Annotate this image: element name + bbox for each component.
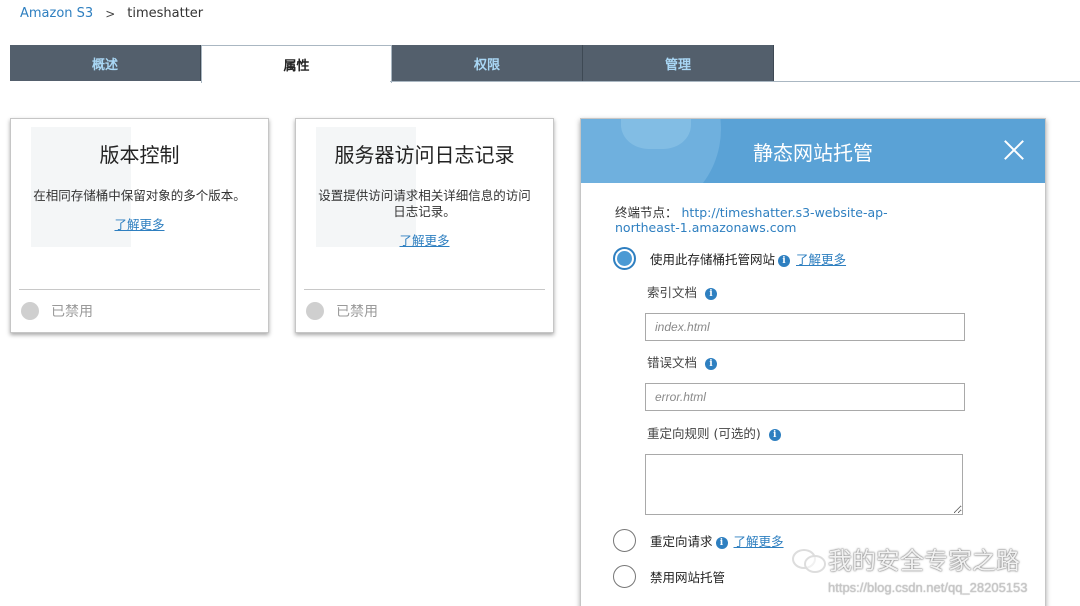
status-dot-icon: [21, 302, 39, 320]
breadcrumb-current-bucket: timeshatter: [127, 6, 204, 21]
tabs-divider: [390, 81, 1080, 82]
host-website-radio[interactable]: [613, 247, 636, 270]
status-indicator: 已禁用: [21, 301, 93, 321]
redirect-requests-option[interactable]: 重定向请求 i 了解更多: [613, 529, 784, 552]
redirect-requests-label: 重定向请求: [650, 534, 713, 549]
endpoint-info: 终端节点： http://timeshatter.s3-website-ap-n…: [615, 205, 925, 235]
info-icon[interactable]: i: [778, 255, 791, 267]
disable-hosting-radio[interactable]: [613, 565, 636, 588]
error-document-label: 错误文档: [647, 355, 698, 370]
error-document-input[interactable]: [645, 383, 965, 411]
breadcrumb-chevron-icon: >: [105, 6, 116, 21]
status-label: 已禁用: [336, 304, 378, 320]
server-access-logging-card[interactable]: 服务器访问日志记录 设置提供访问请求相关详细信息的访问日志记录。 了解更多 已禁…: [295, 118, 554, 333]
card-description: 在相同存储桶中保留对象的多个版本。: [33, 188, 246, 203]
disable-hosting-option[interactable]: 禁用网站托管: [613, 565, 725, 588]
redirect-rules-label-row: 重定向规则 (可选的) i: [647, 423, 781, 442]
info-icon[interactable]: i: [705, 358, 718, 370]
index-document-input[interactable]: [645, 313, 965, 341]
redirect-learn-more-link[interactable]: 了解更多: [734, 534, 784, 549]
host-website-option[interactable]: 使用此存储桶托管网站 i 了解更多: [613, 247, 846, 270]
card-title: 服务器访问日志记录: [334, 143, 515, 167]
info-icon[interactable]: i: [715, 537, 728, 549]
card-title: 版本控制: [99, 143, 180, 167]
redirect-rules-label: 重定向规则 (可选的): [647, 426, 761, 441]
error-document-label-row: 错误文档 i: [647, 352, 718, 371]
endpoint-label: 终端节点：: [615, 205, 678, 220]
panel-header: 静态网站托管: [581, 119, 1045, 183]
disable-hosting-label: 禁用网站托管: [650, 570, 726, 585]
card-divider: [304, 289, 545, 290]
host-website-label: 使用此存储桶托管网站: [650, 252, 776, 267]
tab-overview[interactable]: 概述: [10, 45, 201, 81]
close-icon[interactable]: [1001, 137, 1027, 163]
status-dot-icon: [306, 302, 324, 320]
redirect-rules-textarea[interactable]: [645, 454, 963, 515]
info-icon[interactable]: i: [705, 288, 718, 300]
tab-management[interactable]: 管理: [583, 45, 774, 81]
learn-more-link[interactable]: 了解更多: [296, 230, 553, 249]
learn-more-link[interactable]: 了解更多: [11, 214, 268, 233]
card-description: 设置提供访问请求相关详细信息的访问日志记录。: [318, 188, 531, 219]
index-document-label: 索引文档: [647, 285, 698, 300]
tab-properties[interactable]: 属性: [201, 45, 392, 83]
info-icon[interactable]: i: [768, 429, 781, 441]
watermark-text: 我的安全专家之路: [828, 547, 1020, 575]
bucket-tabs: 概述 属性 权限 管理: [10, 45, 774, 83]
status-label: 已禁用: [51, 304, 93, 320]
versioning-card[interactable]: 版本控制 在相同存储桶中保留对象的多个版本。 了解更多 已禁用: [10, 118, 269, 333]
status-indicator: 已禁用: [306, 301, 378, 321]
panel-title: 静态网站托管: [753, 141, 873, 165]
static-website-hosting-panel: 静态网站托管 终端节点： http://timeshatter.s3-websi…: [580, 118, 1046, 606]
redirect-requests-radio[interactable]: [613, 529, 636, 552]
card-divider: [19, 289, 260, 290]
host-learn-more-link[interactable]: 了解更多: [796, 252, 846, 267]
breadcrumb: Amazon S3 > timeshatter: [20, 6, 203, 21]
breadcrumb-amazon-s3-link[interactable]: Amazon S3: [20, 6, 93, 21]
index-document-label-row: 索引文档 i: [647, 282, 718, 301]
watermark-url: https://blog.csdn.net/qq_28205153: [828, 580, 1028, 595]
watermark: 我的安全专家之路: [790, 541, 1020, 576]
wechat-icon: [790, 546, 826, 573]
tab-permissions[interactable]: 权限: [392, 45, 583, 81]
